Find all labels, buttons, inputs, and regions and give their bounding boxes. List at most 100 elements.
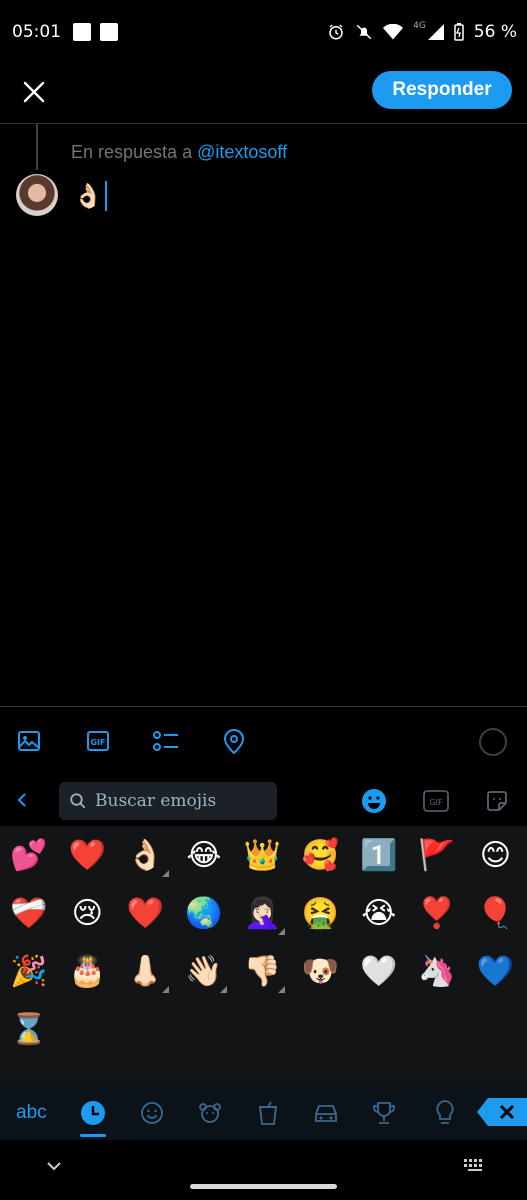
category-food[interactable] xyxy=(255,1098,281,1128)
emoji-key[interactable]: ⌛ xyxy=(4,1005,54,1055)
emoji-key[interactable]: 🥰 xyxy=(296,831,346,881)
emoji-key[interactable]: 🤦🏻‍♀️ xyxy=(237,889,287,939)
skin-tone-variant-indicator xyxy=(219,986,227,993)
poll-icon xyxy=(153,731,178,751)
emoji-glyph: 👌🏻 xyxy=(126,838,165,873)
wifi-icon xyxy=(383,24,404,40)
active-category-indicator xyxy=(80,1134,106,1137)
system-nav-bar xyxy=(0,1140,527,1200)
smiley-icon xyxy=(362,789,386,813)
activity-icon xyxy=(373,1102,395,1124)
emoji-glyph: 👋🏻 xyxy=(185,954,223,989)
gif-button[interactable]: GIF xyxy=(84,727,112,755)
reply-prefix: En respuesta a xyxy=(71,142,193,162)
emoji-category-bar: abc xyxy=(0,1086,527,1140)
emoji-key[interactable]: 🎂 xyxy=(62,947,112,997)
emoji-key[interactable]: 👋🏻 xyxy=(179,947,229,997)
emoji-glyph: 🎂 xyxy=(68,954,106,989)
chevron-left-icon xyxy=(17,793,26,807)
close-button[interactable] xyxy=(18,76,50,108)
emoji-glyph: 🎈 xyxy=(476,896,515,931)
emoji-search-placeholder: Buscar emojis xyxy=(95,791,217,811)
battery-level: 56 % xyxy=(473,22,517,42)
avatar[interactable] xyxy=(16,174,58,216)
emoji-glyph: 💕 xyxy=(10,838,48,873)
alarm-icon xyxy=(329,24,343,40)
compose-input[interactable]: 👌🏻 xyxy=(73,178,107,214)
emoji-glyph: 👑 xyxy=(243,838,281,873)
emoji-key[interactable]: ❣️ xyxy=(412,889,462,939)
emoji-key[interactable]: 🚩 xyxy=(412,831,462,881)
skin-tone-variant-indicator xyxy=(278,928,286,935)
network-type: 4G xyxy=(413,21,426,31)
image-button[interactable] xyxy=(15,727,43,755)
image-icon xyxy=(18,731,40,751)
backspace-icon xyxy=(499,1104,515,1120)
emoji-key[interactable]: 💕 xyxy=(4,831,54,881)
emoji-search-input[interactable]: Buscar emojis xyxy=(59,782,277,820)
poll-button[interactable] xyxy=(152,727,180,755)
emoji-key[interactable]: ❤️ xyxy=(62,831,112,881)
skin-tone-variant-indicator xyxy=(161,870,169,877)
travel-icon xyxy=(315,1105,337,1122)
battery-icon xyxy=(454,23,464,41)
emoji-key[interactable]: 1️⃣ xyxy=(354,831,404,881)
emoji-key[interactable]: 😊 xyxy=(470,831,520,881)
category-recent[interactable] xyxy=(80,1098,106,1128)
emoji-glyph: 👃🏻 xyxy=(126,954,165,989)
reply-button[interactable]: Responder xyxy=(372,71,512,109)
abc-key[interactable]: abc xyxy=(16,1098,47,1128)
sticker-tab[interactable] xyxy=(484,788,510,814)
emoji-glyph: ⌛ xyxy=(10,1012,48,1047)
emoji-glyph: 🥰 xyxy=(301,838,340,873)
emoji-key[interactable]: 👎🏻 xyxy=(237,947,287,997)
emoji-glyph: ❣️ xyxy=(418,896,456,931)
emoji-grid: 💕 ❤️ 👌🏻 😂 👑 🥰 1️⃣ 🚩 😊 ❤️‍🩹 😢 ❤️ 🌏 🤦🏻‍♀️ 🤮 😭 ❣️ 🎈 🎉 🎂 👃🏻 👋🏻 👎🏻 🐶… xyxy=(0,826,527,1086)
location-button[interactable] xyxy=(220,727,248,755)
emoji-glyph: 🤮 xyxy=(301,896,340,931)
emoji-key[interactable]: 🤍 xyxy=(354,947,404,997)
category-travel[interactable] xyxy=(313,1098,339,1128)
emoji-key[interactable]: 🎉 xyxy=(4,947,54,997)
notification-icon xyxy=(73,23,91,41)
thread-line xyxy=(36,124,38,170)
emoji-glyph: 😭 xyxy=(361,896,397,931)
emoji-key[interactable]: 👑 xyxy=(237,831,287,881)
emoji-glyph: 🎉 xyxy=(10,954,48,989)
emoji-tab[interactable] xyxy=(361,788,387,814)
compose-toolbar: GIF xyxy=(0,706,527,776)
svg-text:GIF: GIF xyxy=(90,738,105,747)
keyboard-back-button[interactable] xyxy=(16,788,36,812)
emoji-key[interactable]: 🐶 xyxy=(296,947,346,997)
category-objects[interactable] xyxy=(432,1098,458,1128)
emoji-keyboard-header: Buscar emojis GIF xyxy=(0,776,527,826)
keyboard-icon[interactable] xyxy=(463,1158,487,1172)
emoji-glyph: 😢 xyxy=(71,896,103,931)
emoji-key[interactable]: 😭 xyxy=(354,889,404,939)
food-icon xyxy=(258,1101,278,1125)
emoji-key[interactable]: 🌏 xyxy=(179,889,229,939)
emoji-glyph: 🤍 xyxy=(360,954,398,989)
emoji-key[interactable]: 🎈 xyxy=(470,889,520,939)
signal-icon xyxy=(427,24,444,40)
reply-handle-link[interactable]: @itextosoff xyxy=(197,142,287,162)
emoji-key[interactable]: 👌🏻 xyxy=(121,831,171,881)
emoji-key[interactable]: 👃🏻 xyxy=(121,947,171,997)
emoji-key[interactable]: 💙 xyxy=(470,947,520,997)
emoji-key[interactable]: 😂 xyxy=(179,831,229,881)
emoji-glyph: 🌏 xyxy=(185,896,223,931)
emoji-key[interactable]: 🦄 xyxy=(412,947,462,997)
category-animals[interactable] xyxy=(197,1098,223,1128)
emoji-key[interactable]: 😢 xyxy=(62,889,112,939)
compose-header: Responder xyxy=(0,64,527,124)
category-smileys[interactable] xyxy=(139,1098,165,1128)
gif-tab[interactable]: GIF xyxy=(423,788,449,814)
emoji-key[interactable]: ❤️‍🩹 xyxy=(4,889,54,939)
home-gesture-handle[interactable] xyxy=(190,1184,337,1189)
category-activities[interactable] xyxy=(371,1098,397,1128)
chevron-down-icon[interactable] xyxy=(44,1158,64,1174)
emoji-key[interactable]: 🤮 xyxy=(296,889,346,939)
emoji-glyph: 🤦🏻‍♀️ xyxy=(243,896,281,931)
delete-key[interactable] xyxy=(477,1098,527,1126)
emoji-key[interactable]: ❤️ xyxy=(121,889,171,939)
